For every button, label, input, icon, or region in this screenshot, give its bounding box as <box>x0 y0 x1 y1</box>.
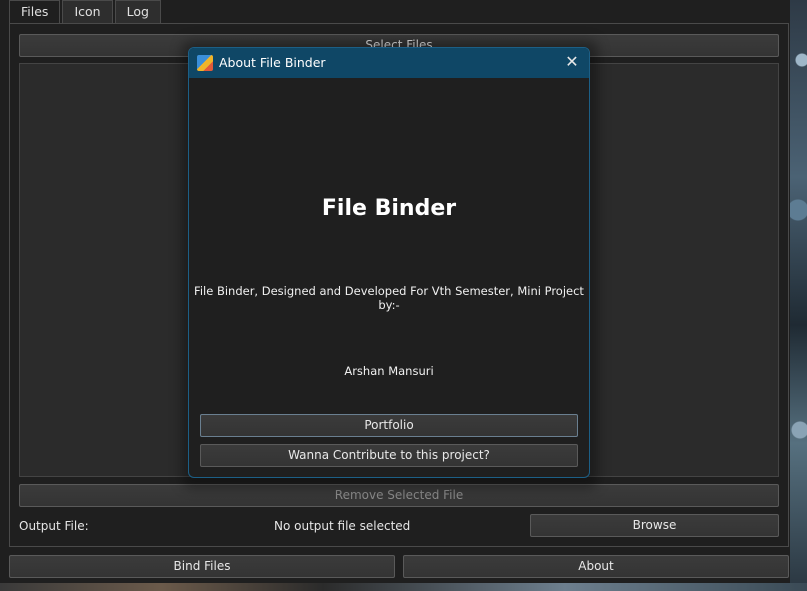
tab-bar: Files Icon Log <box>9 0 163 24</box>
taskbar-strip <box>0 583 807 591</box>
close-icon[interactable]: ✕ <box>564 54 580 70</box>
app-icon <box>197 55 213 71</box>
app-name-heading: File Binder <box>321 196 457 221</box>
browse-button[interactable]: Browse <box>530 514 779 537</box>
about-button[interactable]: About <box>403 555 789 578</box>
about-dialog: About File Binder ✕ File Binder File Bin… <box>188 47 590 478</box>
contribute-button[interactable]: Wanna Contribute to this project? <box>200 444 578 467</box>
author-name: Arshan Mansuri <box>344 364 434 378</box>
desktop-wallpaper <box>790 0 807 591</box>
dialog-title: About File Binder <box>219 55 326 70</box>
output-file-value: No output file selected <box>274 519 411 533</box>
tab-log[interactable]: Log <box>114 0 161 23</box>
tab-icon[interactable]: Icon <box>62 0 113 23</box>
tab-files[interactable]: Files <box>9 0 61 24</box>
output-file-label: Output File: <box>19 519 89 533</box>
portfolio-button[interactable]: Portfolio <box>200 414 578 437</box>
bind-files-button[interactable]: Bind Files <box>9 555 395 578</box>
dialog-title-bar[interactable]: About File Binder ✕ <box>189 48 589 78</box>
project-description: File Binder, Designed and Developed For … <box>194 284 584 312</box>
